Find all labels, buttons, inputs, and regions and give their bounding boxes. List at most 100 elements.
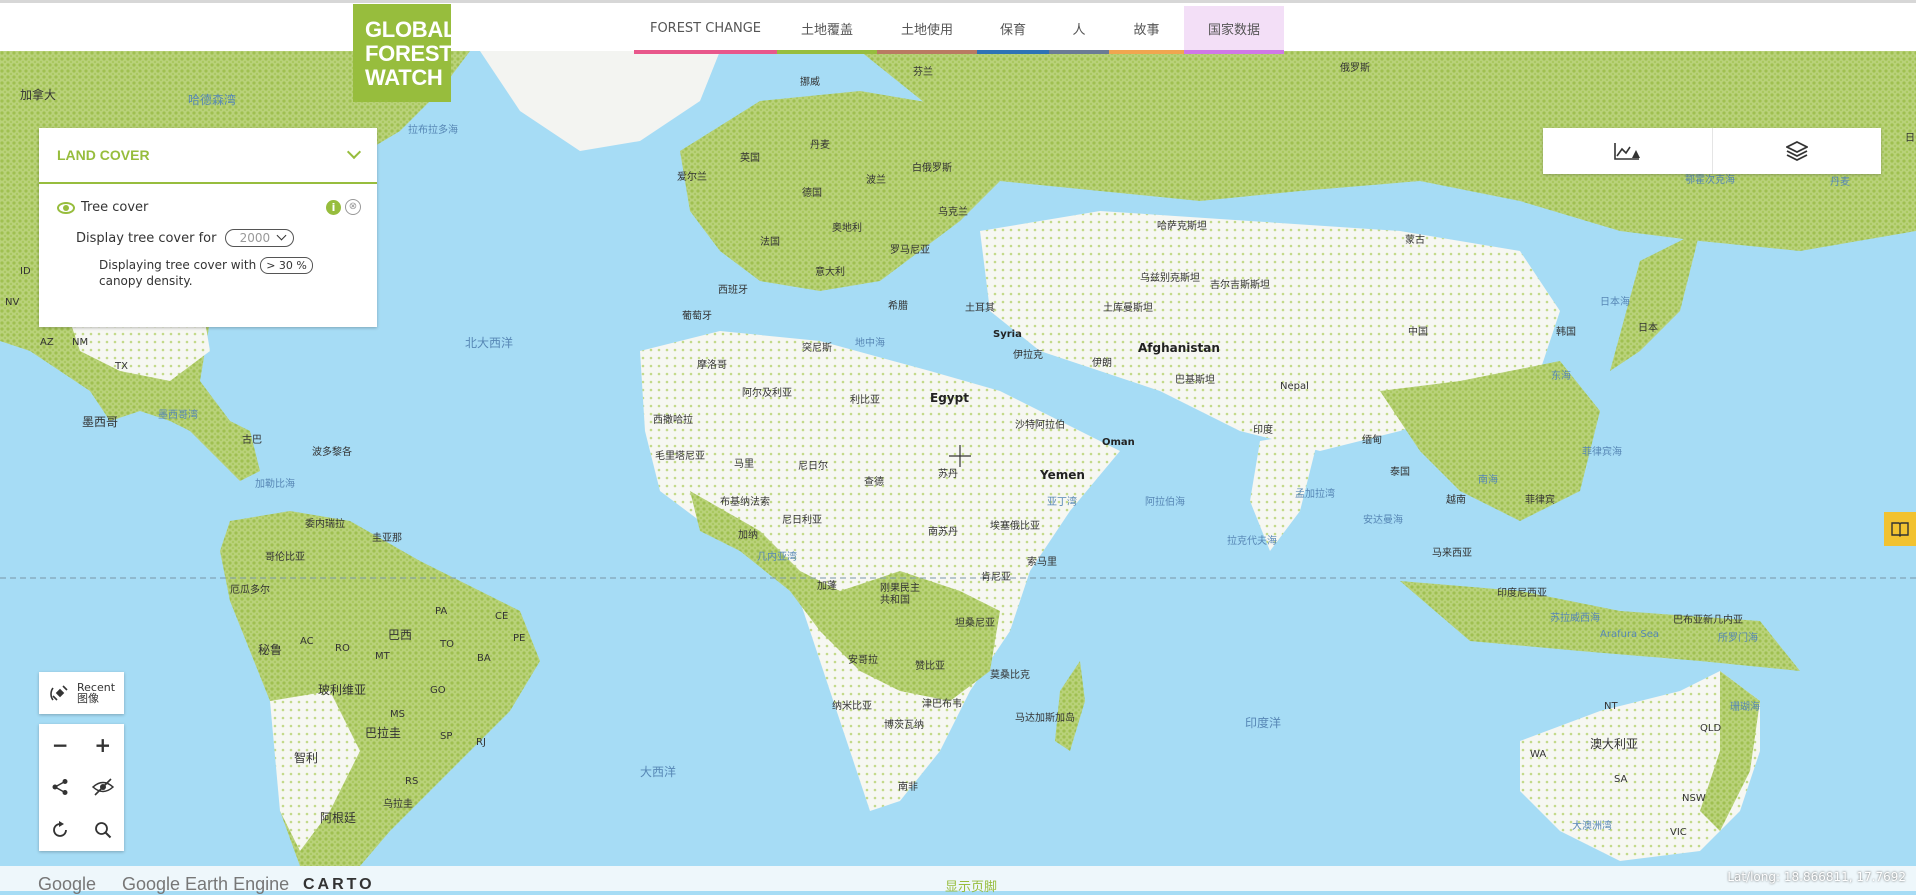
label-laccadive-sea: 拉克代夫海 <box>1227 536 1277 547</box>
label-kenya: 肯尼亚 <box>981 572 1011 583</box>
label-philippine-sea: 菲律宾海 <box>1582 447 1622 458</box>
canopy-density-selector[interactable]: > 30 % <box>260 257 313 274</box>
label-wa: WA <box>1530 749 1547 760</box>
logo-line-2: FOREST <box>365 41 453 66</box>
label-mongolia: 蒙古 <box>1405 235 1425 246</box>
tree-cover-layer-row: Tree cover i ⊗ <box>39 184 377 215</box>
collapse-chevron-icon[interactable] <box>346 144 362 160</box>
label-india: 印度 <box>1253 425 1273 436</box>
label-state-ro: RO <box>335 643 350 654</box>
label-cuba: 古巴 <box>242 435 262 446</box>
label-uzbekistan: 乌兹别克斯坦 <box>1140 273 1200 284</box>
label-caribbean: 加勒比海 <box>255 479 295 490</box>
label-mozambique: 莫桑比克 <box>990 670 1030 681</box>
label-nepal: Nepal <box>1280 381 1309 392</box>
label-state-ac: AC <box>300 636 314 647</box>
label-malaysia: 马来西亚 <box>1432 548 1472 559</box>
logo-line-3: WATCH <box>365 65 443 90</box>
label-argentina: 阿根廷 <box>320 811 357 825</box>
label-atlantic: 大西洋 <box>640 765 677 779</box>
label-nigeria: 尼日利亚 <box>782 515 822 526</box>
label-austria: 奥地利 <box>832 223 862 234</box>
search-button[interactable] <box>82 809 125 851</box>
year-select[interactable]: 2000 <box>224 229 295 247</box>
label-burkina: 布基纳法索 <box>720 497 770 508</box>
story-tab[interactable] <box>1884 512 1916 546</box>
label-hudson-bay: 哈德森湾 <box>188 93 237 107</box>
label-state-nv: NV <box>5 297 20 308</box>
label-somalia: 索马里 <box>1027 557 1057 568</box>
label-east-china-sea: 东海 <box>1551 371 1571 382</box>
label-state-id: ID <box>20 266 31 277</box>
nav-tab-2[interactable]: 土地使用 <box>877 6 977 54</box>
info-icon[interactable]: i <box>326 200 341 215</box>
label-egypt: Egypt <box>930 391 969 405</box>
analysis-button[interactable] <box>1543 128 1713 174</box>
label-state-mt: MT <box>375 651 390 662</box>
label-madagascar: 马达加斯加岛 <box>1015 713 1075 724</box>
label-bay-of-bengal: 孟加拉湾 <box>1295 489 1335 500</box>
lat-long-readout: Lat/long: 18.866811, 17.7692 <box>1727 870 1906 884</box>
label-south-sudan: 南苏丹 <box>928 527 958 538</box>
label-portugal: 葡萄牙 <box>682 311 712 322</box>
label-tunisia: 突尼斯 <box>802 343 832 354</box>
label-western-sahara: 西撒哈拉 <box>653 415 693 426</box>
recent-imagery-button[interactable]: Recent 图像 <box>39 672 124 714</box>
map-controls: − + <box>39 724 124 851</box>
label-solomon-sea: 所罗门海 <box>1718 633 1758 644</box>
label-yemen: Yemen <box>1040 468 1085 482</box>
label-romania: 罗马尼亚 <box>890 245 930 256</box>
nav-tab-6[interactable]: 国家数据 <box>1184 6 1284 54</box>
layers-button[interactable] <box>1713 128 1882 174</box>
earth-engine-attribution: Google Earth Engine <box>122 874 290 894</box>
label-andaman-sea: 安达曼海 <box>1363 515 1403 526</box>
label-great-australian-bight: 大澳洲湾 <box>1572 821 1612 832</box>
label-korea: 韩国 <box>1556 327 1576 338</box>
label-state-pa: PA <box>435 606 448 617</box>
analysis-chart-icon <box>1614 143 1641 160</box>
label-turkmenistan: 土库曼斯坦 <box>1103 303 1153 314</box>
zoom-out-button[interactable]: − <box>39 724 82 766</box>
label-state-rs: RS <box>405 776 419 787</box>
top-navigation-bar: FOREST CHANGE 土地覆盖 土地使用 保育人故事 国家数据 <box>0 0 1916 54</box>
canopy-density-text: Displaying tree cover with > 30 % canopy … <box>39 247 339 289</box>
label-indonesia: 印度尼西亚 <box>1497 588 1547 599</box>
label-brazil: 巴西 <box>388 628 413 642</box>
nav-tab-5[interactable]: 故事 <box>1109 6 1184 54</box>
logo-line-1: GLOBAL <box>365 17 457 42</box>
label-pakistan: 巴基斯坦 <box>1175 375 1215 386</box>
label-uk: 英国 <box>740 153 760 164</box>
land-cover-panel-header[interactable]: LAND COVER <box>39 128 377 184</box>
zoom-in-button[interactable]: + <box>82 724 125 766</box>
label-peru: 秘鲁 <box>258 643 283 657</box>
label-syria: Syria <box>993 329 1022 340</box>
nav-tab-4[interactable]: 人 <box>1049 6 1109 54</box>
label-kazakhstan: 哈萨克斯坦 <box>1157 221 1207 232</box>
label-state-az: AZ <box>40 337 54 348</box>
label-ghana: 加纳 <box>738 530 758 541</box>
label-japan: 日本 <box>1638 323 1658 334</box>
nav-tab-1[interactable]: 土地覆盖 <box>777 6 877 54</box>
reset-button[interactable] <box>39 809 82 851</box>
label-north-atlantic: 北大西洋 <box>465 336 514 350</box>
label-gulf-mexico: 墨西哥湾 <box>158 410 198 421</box>
label-mali: 马里 <box>734 459 754 470</box>
nav-tab-3[interactable]: 保育 <box>977 6 1049 54</box>
share-button[interactable] <box>39 766 82 808</box>
label-iran: 伊朗 <box>1092 358 1112 369</box>
label-png: 巴布亚新几内亚 <box>1673 615 1743 626</box>
nav-tab-0[interactable]: FOREST CHANGE <box>634 6 777 54</box>
label-zimbabwe: 津巴布韦 <box>922 699 962 710</box>
label-east-edge: 日 <box>1905 133 1915 144</box>
label-ecuador: 厄瓜多尔 <box>230 585 270 596</box>
hide-panels-button[interactable] <box>82 766 125 808</box>
close-icon[interactable]: ⊗ <box>345 199 361 215</box>
label-norway: 挪威 <box>800 77 820 88</box>
label-colombia: 哥伦比亚 <box>265 552 305 563</box>
google-attribution: Google <box>38 874 97 894</box>
eye-icon[interactable] <box>57 201 75 214</box>
search-icon <box>94 821 111 839</box>
label-south-china-sea: 南海 <box>1478 475 1498 486</box>
show-footer-link[interactable]: 显示页脚 <box>945 876 997 895</box>
global-forest-watch-logo[interactable]: GLOBAL FOREST WATCH <box>353 4 457 102</box>
